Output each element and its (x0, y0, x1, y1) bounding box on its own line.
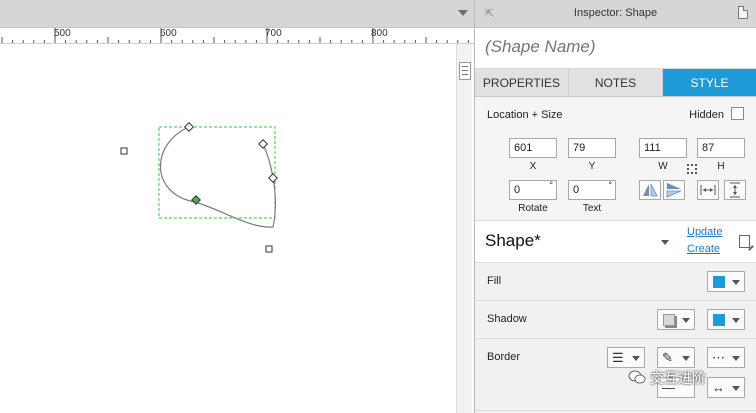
inspector-panel: ⇱ Inspector: Shape PROPERTIES NOTES STYL… (474, 0, 756, 413)
ruler-label-800: 800 (371, 28, 388, 39)
document-icon[interactable] (738, 6, 748, 19)
chevron-down-icon (632, 356, 640, 361)
chevron-down-icon (732, 318, 740, 323)
control-point[interactable] (265, 245, 273, 253)
tab-notes[interactable]: NOTES (569, 69, 663, 96)
chevron-down-icon (732, 386, 740, 391)
line-thickness-icon: ☰ (612, 350, 624, 365)
lock-aspect-icon[interactable] (687, 164, 697, 174)
hidden-checkbox[interactable] (731, 107, 744, 120)
scrollbar-thumb[interactable] (459, 62, 471, 80)
selection-box[interactable] (158, 126, 276, 219)
y-field[interactable]: 79 (568, 138, 616, 158)
height-field[interactable]: 87 (697, 138, 745, 158)
location-size-title: Location + Size (487, 109, 563, 121)
inspector-tabs: PROPERTIES NOTES STYLE (475, 69, 756, 97)
chevron-down-icon (682, 318, 690, 323)
chevron-down-icon (732, 280, 740, 285)
fill-label: Fill (487, 275, 502, 287)
tab-style[interactable]: STYLE (663, 69, 756, 96)
canvas-toolbar (0, 0, 474, 28)
border-pattern-button[interactable]: ⋯ (707, 347, 745, 368)
rotate-caption: Rotate (518, 203, 548, 214)
canvas-drawing[interactable] (0, 44, 456, 413)
degree-unit: ° (608, 180, 612, 190)
control-point[interactable] (120, 147, 128, 155)
hidden-label: Hidden (689, 109, 724, 121)
create-style-link[interactable]: Create (687, 243, 720, 255)
shadow-color-button[interactable] (707, 309, 745, 330)
chevron-down-icon (732, 356, 740, 361)
text-rotate-field[interactable]: 0 ° (568, 180, 616, 200)
inspector-title: Inspector: Shape (573, 7, 658, 19)
distribute-vertical-button[interactable] (724, 180, 746, 200)
shadow-row: Shadow (475, 301, 756, 339)
rotate-field[interactable]: 0 ° (509, 180, 557, 200)
curve-shape[interactable] (159, 126, 276, 228)
shadow-label: Shadow (487, 313, 527, 325)
border-color-button[interactable]: ✎ (657, 347, 695, 368)
vertex-handle[interactable] (258, 139, 268, 149)
text-rotate-caption: Text (582, 203, 602, 214)
degree-unit: ° (549, 180, 553, 190)
ruler-ticks (1, 28, 469, 43)
shadow-style-button[interactable] (657, 309, 695, 330)
ruler-label-600: 600 (160, 28, 177, 39)
canvas-pane: 500 600 700 800 (0, 0, 474, 413)
vertex-handle[interactable] (268, 173, 278, 183)
wechat-icon (628, 370, 646, 384)
shape-style-row: Shape* Update Create (475, 221, 756, 263)
shape-name-row (475, 28, 756, 69)
pen-icon: ✎ (662, 350, 673, 365)
border-label: Border (487, 351, 521, 363)
distribute-horizontal-button[interactable] (697, 180, 719, 200)
border-row: Border ☰ ✎ ⋯ — ↔ (475, 339, 756, 411)
width-field[interactable]: 111 (639, 138, 687, 158)
text-rotate-value: 0 (573, 184, 580, 196)
fill-color-swatch (713, 276, 725, 288)
ruler-label-500: 500 (54, 28, 71, 39)
arrow-end-button[interactable]: ↔ (707, 377, 745, 398)
inspector-header: ⇱ Inspector: Shape (475, 0, 756, 28)
shape-name-input[interactable] (485, 37, 746, 57)
distribute-vertical-icon (730, 182, 740, 198)
flip-vertical-icon (666, 183, 682, 198)
ruler-label-700: 700 (265, 28, 282, 39)
shadow-color-swatch (713, 314, 725, 326)
dash-pattern-icon: ⋯ (712, 350, 725, 365)
height-caption: H (717, 161, 725, 172)
vertical-scrollbar[interactable] (456, 44, 472, 413)
x-field[interactable]: 601 (509, 138, 557, 158)
rotate-value: 0 (514, 184, 521, 196)
fill-color-button[interactable] (707, 271, 745, 292)
edit-style-icon[interactable] (739, 235, 750, 248)
border-thickness-button[interactable]: ☰ (607, 347, 645, 368)
horizontal-ruler: 500 600 700 800 (0, 28, 474, 44)
update-style-link[interactable]: Update (687, 226, 722, 238)
distribute-horizontal-icon (700, 185, 716, 195)
chevron-down-icon[interactable] (661, 240, 669, 245)
tab-properties[interactable]: PROPERTIES (475, 69, 569, 96)
chevron-down-icon[interactable] (458, 10, 468, 16)
x-caption: X (529, 161, 537, 172)
shadow-icon (663, 314, 675, 326)
flip-vertical-button[interactable] (663, 180, 685, 200)
fill-row: Fill (475, 263, 756, 301)
vertex-handle[interactable] (184, 122, 194, 132)
width-caption: W (658, 161, 668, 172)
y-caption: Y (588, 161, 596, 172)
shape-style-select[interactable]: Shape* (485, 231, 541, 251)
arrow-line-icon: ↔ (712, 380, 725, 395)
flip-horizontal-button[interactable] (639, 180, 661, 200)
flip-horizontal-icon (643, 183, 658, 197)
chevron-down-icon (682, 356, 690, 361)
watermark-text: 交互进阶 (650, 371, 706, 387)
location-size-section: Location + Size Hidden 601 X 79 Y 111 W … (475, 97, 756, 221)
